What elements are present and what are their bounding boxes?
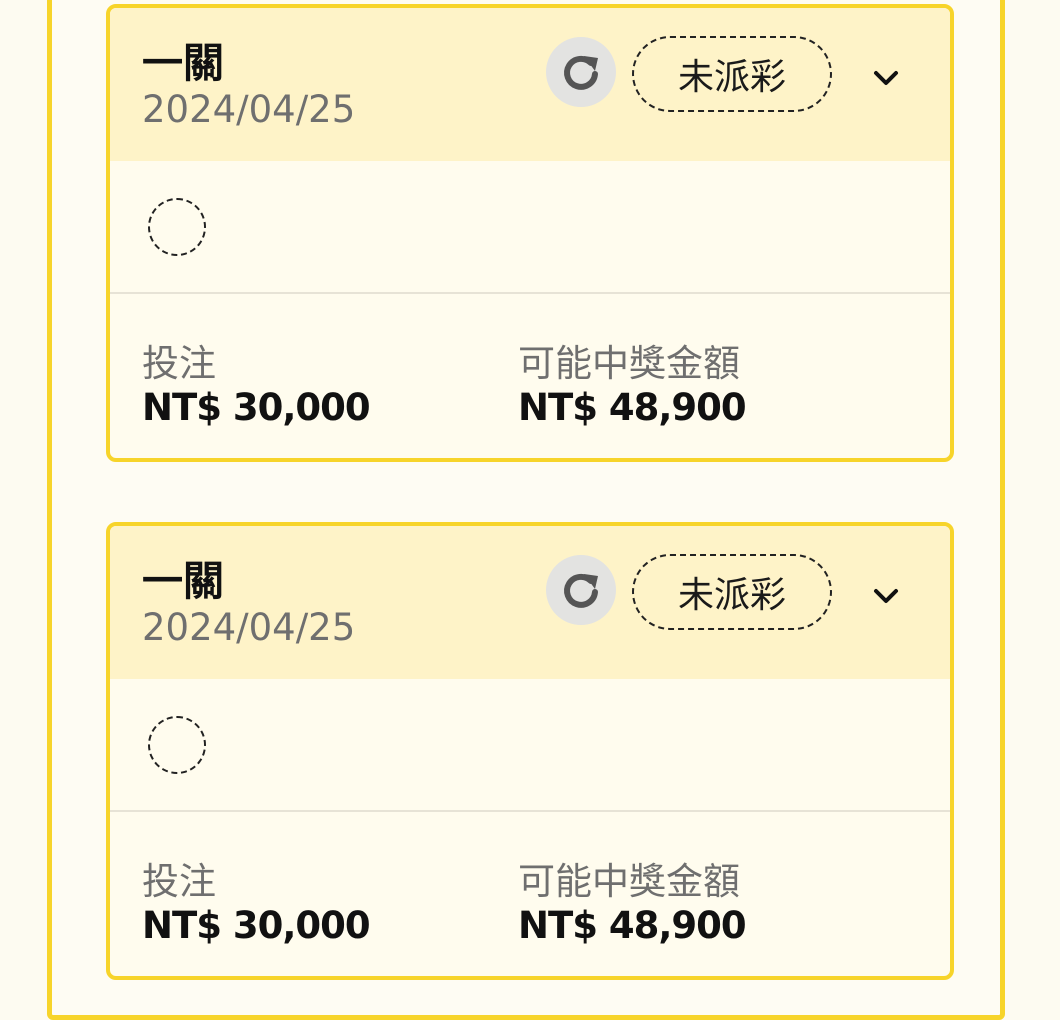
selection-row <box>110 161 950 294</box>
stake-block: 投注 NT$ 30,000 <box>142 860 371 948</box>
chevron-down-icon <box>874 71 898 85</box>
stake-block: 投注 NT$ 30,000 <box>142 342 371 430</box>
refresh-icon <box>564 55 598 90</box>
bet-card-header[interactable]: 一關 2024/04/25 未派彩 <box>110 8 950 161</box>
stake-label: 投注 <box>142 342 216 385</box>
status-badge: 未派彩 <box>632 36 832 112</box>
expand-button[interactable] <box>866 576 906 616</box>
payout-value: NT$ 48,900 <box>518 386 747 429</box>
stake-label: 投注 <box>142 860 216 903</box>
bet-card-header[interactable]: 一關 2024/04/25 未派彩 <box>110 526 950 679</box>
dashed-circle-icon <box>148 198 206 256</box>
expand-button[interactable] <box>866 58 906 98</box>
payout-label: 可能中獎金額 <box>518 860 740 903</box>
refresh-button[interactable] <box>546 37 616 107</box>
bet-card: 一關 2024/04/25 未派彩 投注 NT$ 30,000 可能中獎金額 N… <box>106 4 954 462</box>
payout-label: 可能中獎金額 <box>518 342 740 385</box>
dashed-circle-icon <box>148 716 206 774</box>
selection-row <box>110 679 950 812</box>
bet-type-title: 一關 <box>142 39 224 87</box>
bet-card: 一關 2024/04/25 未派彩 投注 NT$ 30,000 可能中獎金額 N… <box>106 522 954 980</box>
payout-block: 可能中獎金額 NT$ 48,900 <box>518 342 747 430</box>
bet-date: 2024/04/25 <box>142 606 356 649</box>
status-badge: 未派彩 <box>632 554 832 630</box>
refresh-button[interactable] <box>546 555 616 625</box>
refresh-icon <box>564 573 598 608</box>
stake-value: NT$ 30,000 <box>142 904 371 947</box>
bet-date: 2024/04/25 <box>142 88 356 131</box>
payout-value: NT$ 48,900 <box>518 904 747 947</box>
stake-value: NT$ 30,000 <box>142 386 371 429</box>
payout-block: 可能中獎金額 NT$ 48,900 <box>518 860 747 948</box>
chevron-down-icon <box>874 589 898 603</box>
bet-type-title: 一關 <box>142 557 224 605</box>
